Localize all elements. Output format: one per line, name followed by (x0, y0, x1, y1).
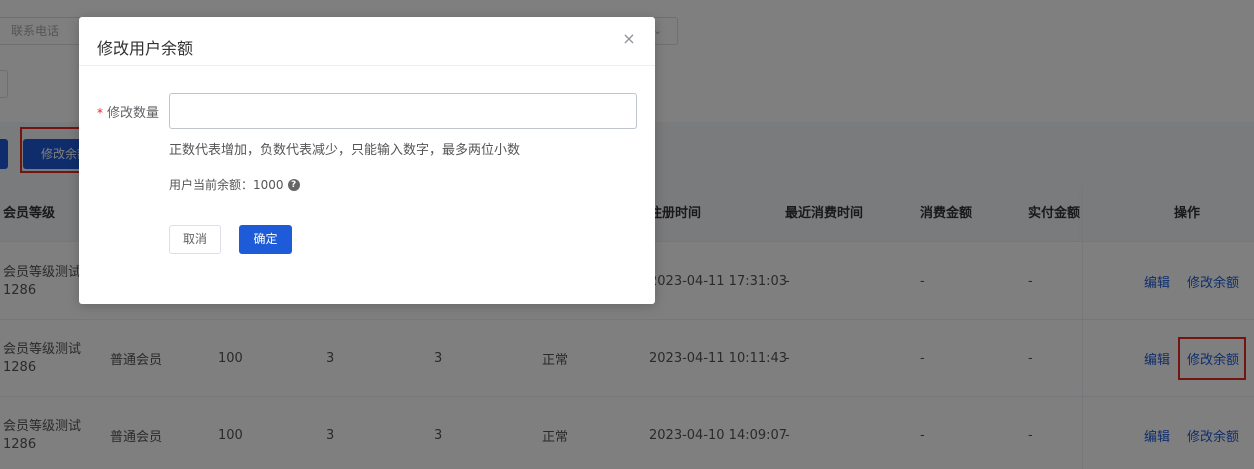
current-balance: 用户当前余额： 1000 ? (169, 176, 300, 193)
balance-label: 用户当前余额： (169, 178, 254, 192)
quantity-input[interactable] (169, 93, 637, 129)
confirm-button[interactable]: 确定 (239, 225, 292, 254)
quantity-label-text: 修改数量 (107, 106, 160, 121)
required-mark: * (97, 106, 103, 120)
edit-balance-dialog: 修改用户余额 × * 修改数量 正数代表增加，负数代表减少，只能输入数字，最多两位… (79, 17, 655, 304)
close-icon[interactable]: × (622, 31, 636, 47)
quantity-hint: 正数代表增加，负数代表减少，只能输入数字，最多两位小数 (169, 143, 521, 158)
dialog-title: 修改用户余额 (97, 39, 194, 58)
help-icon[interactable]: ? (287, 178, 300, 191)
cancel-button[interactable]: 取消 (169, 225, 221, 254)
dialog-header: 修改用户余额 × (79, 17, 655, 66)
balance-value: 1000 (253, 177, 284, 192)
quantity-label: * 修改数量 (97, 102, 159, 121)
